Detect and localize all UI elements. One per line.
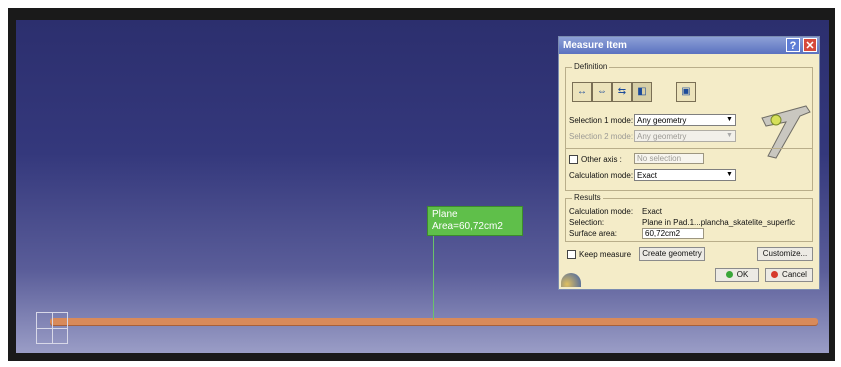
annotation-area: Area=60,72cm2 (432, 221, 503, 232)
selection2-label: Selection 2 mode: (569, 132, 634, 141)
help-button[interactable]: ? (786, 38, 800, 52)
calc-mode-dropdown[interactable]: Exact ▼ (634, 169, 736, 181)
measure-between-chain-icon[interactable]: ⇔ (592, 82, 612, 102)
selection2-dropdown: Any geometry ▼ (634, 130, 736, 142)
definition-group-label: Definition (572, 62, 610, 71)
other-axis-label: Other axis : (581, 155, 622, 164)
catia-logo-icon (561, 273, 581, 287)
caliper-icon (761, 105, 811, 159)
keep-measure-label: Keep measure (579, 250, 632, 259)
measure-annotation[interactable]: Plane Area=60,72cm2 (427, 206, 523, 236)
selection1-value: Any geometry (637, 116, 687, 125)
surface-area-field: 60,72cm2 (642, 228, 704, 239)
keep-measure-checkbox[interactable] (567, 250, 576, 259)
results-group: Results Calculation mode: Exact Selectio… (565, 193, 813, 242)
calc-mode-value: Exact (637, 171, 658, 180)
definition-group: Definition ↔ ⇔ ⇆ ◧ ▣ Selection 1 mode: A… (565, 62, 813, 191)
results-calc-mode-value: Exact (642, 207, 663, 216)
selection1-label: Selection 1 mode: (569, 116, 634, 125)
surface-area-label: Surface area: (569, 229, 618, 238)
calc-mode-label: Calculation mode: (569, 171, 634, 180)
measure-thickness-icon[interactable]: ▣ (676, 82, 696, 102)
annotation-type: Plane (432, 209, 458, 220)
cancel-icon (771, 271, 779, 278)
surface-area-value: 60,72cm2 (645, 229, 681, 238)
cancel-button[interactable]: Cancel (765, 268, 813, 282)
chevron-down-icon: ▼ (726, 116, 733, 123)
ok-button[interactable]: OK (715, 268, 759, 282)
create-geometry-button[interactable]: Create geometry (639, 247, 705, 261)
customize-button[interactable]: Customize... (757, 247, 813, 261)
measure-between-fan-icon[interactable]: ⇆ (612, 82, 632, 102)
chevron-down-icon: ▼ (726, 171, 733, 178)
selection1-dropdown[interactable]: Any geometry ▼ (634, 114, 736, 126)
other-axis-checkbox[interactable] (569, 155, 578, 164)
measure-between-icon[interactable]: ↔ (572, 82, 592, 102)
other-axis-value: No selection (637, 154, 682, 163)
measure-item-icon[interactable]: ◧ (632, 82, 652, 102)
selection2-value: Any geometry (637, 132, 687, 141)
ok-label: OK (736, 270, 749, 279)
plate-geometry[interactable] (50, 318, 818, 325)
results-group-label: Results (572, 193, 603, 202)
results-calc-mode-label: Calculation mode: (569, 207, 634, 216)
dialog-title: Measure Item (563, 40, 627, 51)
dialog-titlebar[interactable]: Measure Item ? ✕ (559, 37, 819, 54)
axis-compass-icon[interactable] (36, 312, 68, 344)
chevron-down-icon: ▼ (726, 132, 733, 139)
results-selection-label: Selection: (569, 218, 605, 227)
cancel-label: Cancel (782, 270, 807, 279)
divider (566, 148, 812, 149)
results-selection-value: Plane in Pad.1...plancha_skatelite_super… (642, 218, 795, 227)
close-button[interactable]: ✕ (803, 38, 817, 52)
annotation-leader-line (433, 230, 434, 320)
other-axis-field: No selection (634, 153, 704, 164)
ok-icon (725, 271, 733, 278)
measure-item-dialog: Measure Item ? ✕ Definition ↔ ⇔ ⇆ ◧ ▣ Se… (558, 36, 820, 290)
